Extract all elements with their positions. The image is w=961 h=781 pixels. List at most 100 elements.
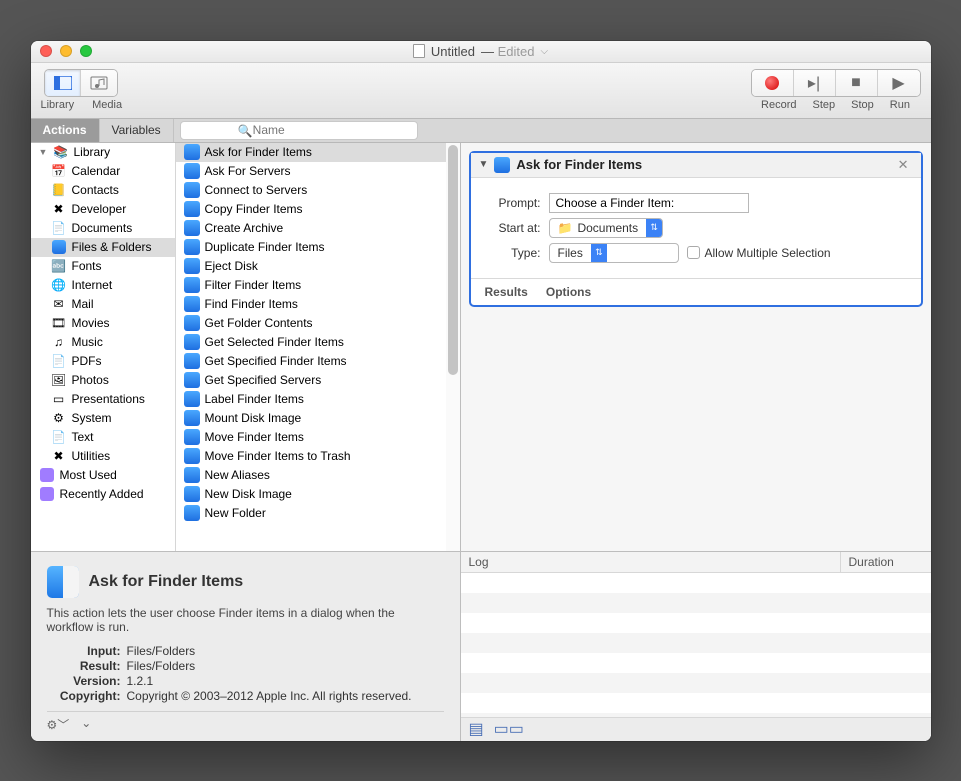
library-item[interactable]: ✖︎Developer <box>31 200 175 219</box>
results-tab[interactable]: Results <box>485 285 528 299</box>
library-item[interactable]: ♫Music <box>31 333 175 352</box>
search-input[interactable] <box>180 121 418 140</box>
workflow-canvas[interactable]: ▼ Ask for Finder Items ✕ Prompt: Start a… <box>461 143 931 551</box>
library-item[interactable]: ✉︎Mail <box>31 295 175 314</box>
action-item[interactable]: Duplicate Finder Items <box>176 238 460 257</box>
library-item-label: Movies <box>72 316 110 330</box>
log-view-list-icon[interactable]: ▤ <box>469 719 484 739</box>
action-item[interactable]: Connect to Servers <box>176 181 460 200</box>
action-item[interactable]: Mount Disk Image <box>176 409 460 428</box>
action-item[interactable]: Label Finder Items <box>176 390 460 409</box>
scrollbar[interactable] <box>446 143 460 551</box>
action-item[interactable]: Eject Disk <box>176 257 460 276</box>
media-toggle[interactable] <box>81 70 117 96</box>
gear-menu-icon[interactable]: ⚙︎﹀ <box>47 716 70 733</box>
action-list[interactable]: Ask for Finder ItemsAsk For ServersConne… <box>176 143 460 551</box>
allow-multiple-checkbox[interactable]: Allow Multiple Selection <box>687 246 831 260</box>
action-item[interactable]: Get Specified Finder Items <box>176 352 460 371</box>
stop-button[interactable]: ■ <box>836 70 878 96</box>
action-item[interactable]: Get Selected Finder Items <box>176 333 460 352</box>
action-item-label: Move Finder Items <box>205 430 304 444</box>
action-item[interactable]: Get Specified Servers <box>176 371 460 390</box>
step-button[interactable]: ▸| <box>794 70 836 96</box>
action-item[interactable]: Move Finder Items to Trash <box>176 447 460 466</box>
input-label: Input: <box>47 644 121 658</box>
options-tab[interactable]: Options <box>546 285 591 299</box>
finder-icon <box>184 391 200 407</box>
library-item[interactable]: ✖︎Utilities <box>31 447 175 466</box>
run-button[interactable]: ▶ <box>878 70 920 96</box>
disclosure-icon[interactable]: ▼ <box>39 147 48 157</box>
library-item[interactable]: ▭Presentations <box>31 390 175 409</box>
action-item[interactable]: New Disk Image <box>176 485 460 504</box>
action-item[interactable]: Find Finder Items <box>176 295 460 314</box>
copyright-label: Copyright: <box>47 689 121 703</box>
finder-icon <box>184 410 200 426</box>
library-label: Library <box>41 99 75 111</box>
search-icon: 🔍 <box>238 124 253 138</box>
duration-column-header[interactable]: Duration <box>841 552 931 572</box>
library-item[interactable]: 📄PDFs <box>31 352 175 371</box>
category-icon: 📅 <box>51 163 67 179</box>
action-item[interactable]: Copy Finder Items <box>176 200 460 219</box>
finder-icon <box>47 566 79 598</box>
stop-icon: ■ <box>851 74 861 92</box>
library-item[interactable]: 🎞Movies <box>31 314 175 333</box>
action-item[interactable]: Ask For Servers <box>176 162 460 181</box>
action-item[interactable]: Move Finder Items <box>176 428 460 447</box>
library-item[interactable]: 📄Documents <box>31 219 175 238</box>
library-item[interactable]: Recently Added <box>31 485 175 504</box>
library-item[interactable]: ▼📚Library <box>31 143 175 162</box>
log-column-header[interactable]: Log <box>461 552 841 572</box>
library-item[interactable]: 🌐Internet <box>31 276 175 295</box>
library-item[interactable]: Most Used <box>31 466 175 485</box>
category-icon: 📒 <box>51 182 67 198</box>
action-item[interactable]: Ask for Finder Items <box>176 143 460 162</box>
library-item[interactable]: Files & Folders <box>31 238 175 257</box>
library-tree[interactable]: ▼📚Library📅Calendar📒Contacts✖︎Developer📄D… <box>31 143 176 551</box>
prompt-label: Prompt: <box>485 196 541 210</box>
collapse-icon[interactable]: ⌄ <box>81 716 91 733</box>
start-at-popup[interactable]: 📁Documents ⇅ <box>549 218 664 238</box>
remove-action-button[interactable]: ✕ <box>894 157 913 173</box>
category-icon: ✉︎ <box>51 296 67 312</box>
action-item[interactable]: New Aliases <box>176 466 460 485</box>
tab-variables[interactable]: Variables <box>100 119 174 142</box>
finder-icon <box>184 505 200 521</box>
automator-window: Untitled — Edited ⌵ Library Media <box>31 41 931 741</box>
library-item-label: Utilities <box>72 449 111 463</box>
tab-actions[interactable]: Actions <box>31 119 100 142</box>
action-item[interactable]: Get Folder Contents <box>176 314 460 333</box>
library-item-label: PDFs <box>72 354 102 368</box>
record-button[interactable] <box>752 70 794 96</box>
library-item[interactable]: 📒Contacts <box>31 181 175 200</box>
library-item[interactable]: 🖼Photos <box>31 371 175 390</box>
log-view-flow-icon[interactable]: ▭▭ <box>494 719 524 739</box>
finder-icon <box>184 315 200 331</box>
action-item-label: Filter Finder Items <box>205 278 302 292</box>
finder-icon <box>184 182 200 198</box>
library-item-label: Presentations <box>72 392 145 406</box>
action-item-label: Create Archive <box>205 221 284 235</box>
log-rows <box>461 573 931 717</box>
library-item-label: System <box>72 411 112 425</box>
library-item-label: Fonts <box>72 259 102 273</box>
action-item[interactable]: New Folder <box>176 504 460 523</box>
library-item[interactable]: 🔤Fonts <box>31 257 175 276</box>
library-toggle[interactable] <box>45 70 81 96</box>
prompt-input[interactable] <box>549 193 749 213</box>
library-item[interactable]: ⚙︎System <box>31 409 175 428</box>
disclosure-triangle-icon[interactable]: ▼ <box>479 159 489 170</box>
library-item[interactable]: 📅Calendar <box>31 162 175 181</box>
type-popup[interactable]: Files ⇅ <box>549 243 679 263</box>
input-value: Files/Folders <box>127 644 444 658</box>
finder-icon <box>494 157 510 173</box>
title-chevron-icon[interactable]: ⌵ <box>540 46 548 57</box>
finder-icon <box>184 467 200 483</box>
type-label: Type: <box>485 246 541 260</box>
finder-icon <box>184 258 200 274</box>
library-item[interactable]: 📄Text <box>31 428 175 447</box>
action-item[interactable]: Filter Finder Items <box>176 276 460 295</box>
action-item[interactable]: Create Archive <box>176 219 460 238</box>
library-item-label: Music <box>72 335 103 349</box>
